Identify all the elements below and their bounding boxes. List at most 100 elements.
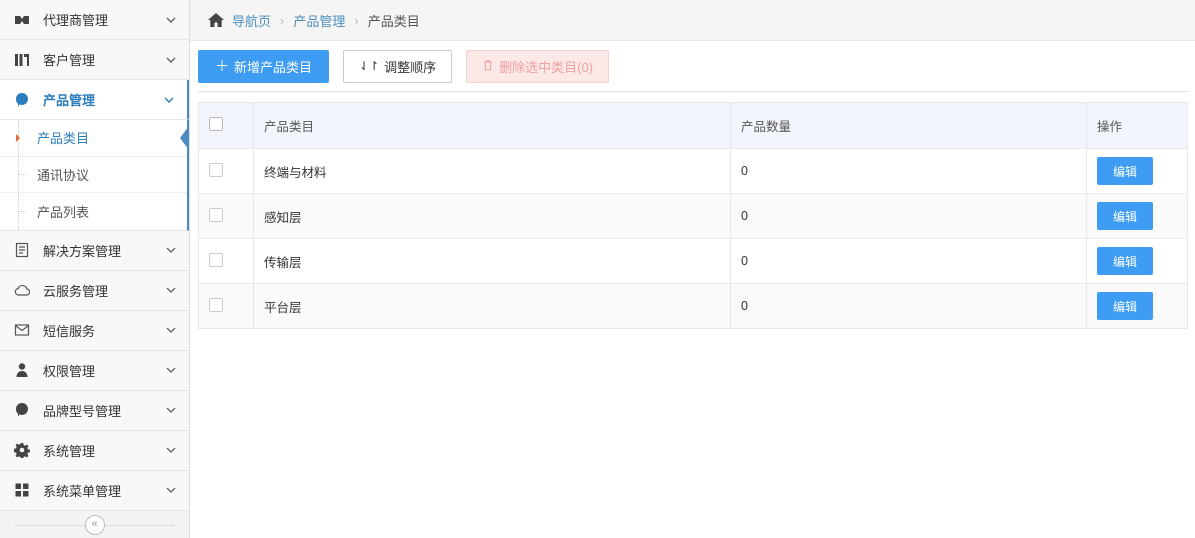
breadcrumb-home-link[interactable]: 导航页 [232, 11, 271, 30]
gear-icon [14, 442, 30, 458]
chevron-down-icon [165, 324, 177, 336]
collapse-sidebar-button[interactable]: « [84, 514, 105, 535]
product-count-cell: 0 [730, 193, 1087, 239]
sidebar-item-label: 系统管理 [43, 443, 96, 459]
column-header-actions: 操作 [1086, 102, 1188, 149]
actions-cell: 编辑 [1086, 283, 1188, 329]
chevron-down-icon [165, 284, 177, 296]
sidebar-item-brands[interactable]: 品牌型号管理 [0, 391, 189, 431]
sidebar-item-solutions[interactable]: 解决方案管理 [0, 231, 189, 271]
chevron-down-icon [165, 484, 177, 496]
category-name-cell: 终端与材料 [253, 148, 731, 194]
home-icon[interactable] [207, 12, 225, 28]
table-row: 终端与材料 0 编辑 [198, 148, 1188, 194]
category-table-wrapper: 产品类目 产品数量 操作 终端与材料 0 编辑 感知层 0 编辑 传输层 0 编… [198, 102, 1188, 329]
app: 代理商管理 客户管理 产品管理 产品类目 通讯协议 产品列表 解决方案管理 云服… [0, 0, 1195, 538]
sidebar-subitem-protocol[interactable]: 通讯协议 [0, 156, 187, 193]
chevron-down-icon [165, 364, 177, 376]
sidebar-item-label: 短信服务 [43, 323, 96, 339]
sidebar-subitem-label: 通讯协议 [37, 167, 90, 183]
table-row: 平台层 0 编辑 [198, 283, 1188, 329]
active-pointer-icon [180, 125, 189, 150]
sidebar-item-agents[interactable]: 代理商管理 [0, 0, 189, 40]
product-icon [14, 92, 30, 108]
sidebar-subitem-label: 产品列表 [37, 204, 90, 220]
delete-selected-button[interactable]: 删除选中类目(0) [466, 49, 610, 83]
actions-cell: 编辑 [1086, 238, 1188, 284]
delete-selected-label: 删除选中类目(0) [499, 59, 594, 75]
select-all-checkbox[interactable] [209, 116, 223, 131]
sidebar-collapse-bar: « [0, 510, 189, 538]
sidebar-item-label: 解决方案管理 [43, 243, 122, 259]
chevron-down-icon [163, 94, 175, 106]
sidebar-subitem-product-category[interactable]: 产品类目 [0, 120, 189, 157]
trash-icon [482, 59, 494, 73]
sidebar-item-menus[interactable]: 系统菜单管理 [0, 471, 189, 511]
sort-icon: ⇃↾ [359, 59, 380, 73]
envelope-icon [14, 322, 30, 338]
product-submenu: 产品类目 通讯协议 产品列表 [0, 120, 189, 231]
sidebar-item-sms[interactable]: 短信服务 [0, 311, 189, 351]
chevron-down-icon [165, 244, 177, 256]
table-header-row: 产品类目 产品数量 操作 [198, 102, 1188, 149]
sidebar-item-customers[interactable]: 客户管理 [0, 40, 189, 80]
product-count-cell: 0 [730, 238, 1087, 284]
category-table: 产品类目 产品数量 操作 终端与材料 0 编辑 感知层 0 编辑 传输层 0 编… [198, 102, 1188, 329]
category-name-cell: 传输层 [253, 238, 731, 284]
row-select-cell [198, 238, 254, 284]
product-count-cell: 0 [730, 283, 1087, 329]
row-select-cell [198, 148, 254, 194]
category-name-cell: 平台层 [253, 283, 731, 329]
sidebar-item-cloud[interactable]: 云服务管理 [0, 271, 189, 311]
main-content: 导航页 › 产品管理 › 产品类目 ＋ 新增产品类目 ⇃↾ 调整顺序 删除选中类… [190, 0, 1195, 538]
breadcrumb-product-link[interactable]: 产品管理 [293, 11, 345, 30]
toolbar: ＋ 新增产品类目 ⇃↾ 调整顺序 删除选中类目(0) [198, 41, 1188, 92]
chevron-down-icon [165, 444, 177, 456]
chevron-down-icon [165, 404, 177, 416]
row-checkbox[interactable] [209, 297, 223, 312]
sidebar-item-label: 品牌型号管理 [43, 403, 122, 419]
row-checkbox[interactable] [209, 252, 223, 267]
add-category-button[interactable]: ＋ 新增产品类目 [198, 49, 330, 83]
plus-icon: ＋ [215, 58, 229, 74]
breadcrumb-separator-icon: › [354, 12, 359, 28]
edit-button[interactable]: 编辑 [1097, 247, 1153, 275]
double-chevron-left-icon: « [91, 518, 98, 530]
column-header-count: 产品数量 [730, 102, 1087, 149]
reorder-button[interactable]: ⇃↾ 调整顺序 [343, 49, 453, 83]
row-checkbox[interactable] [209, 162, 223, 177]
actions-cell: 编辑 [1086, 193, 1188, 239]
sidebar: 代理商管理 客户管理 产品管理 产品类目 通讯协议 产品列表 解决方案管理 云服… [0, 0, 190, 538]
breadcrumb-current: 产品类目 [367, 13, 420, 29]
breadcrumb-separator-icon: › [280, 12, 285, 28]
sidebar-item-permissions[interactable]: 权限管理 [0, 351, 189, 391]
actions-cell: 编辑 [1086, 148, 1188, 194]
sidebar-item-label: 云服务管理 [43, 283, 109, 299]
user-icon [14, 362, 30, 378]
caret-right-icon [16, 133, 20, 142]
sidebar-item-label: 产品管理 [43, 93, 96, 108]
row-checkbox[interactable] [209, 207, 223, 222]
sidebar-item-label: 系统菜单管理 [43, 483, 122, 499]
sidebar-subitem-label: 产品类目 [37, 131, 90, 147]
sidebar-subitem-product-list[interactable]: 产品列表 [0, 193, 187, 230]
document-icon [14, 242, 30, 258]
edit-button[interactable]: 编辑 [1097, 202, 1153, 230]
brand-icon [14, 402, 30, 418]
add-category-label: 新增产品类目 [234, 59, 313, 75]
chevron-down-icon [165, 54, 177, 66]
edit-button[interactable]: 编辑 [1097, 292, 1153, 320]
sidebar-item-label: 客户管理 [43, 53, 96, 68]
edit-button[interactable]: 编辑 [1097, 157, 1153, 185]
sidebar-item-system[interactable]: 系统管理 [0, 431, 189, 471]
sidebar-item-products[interactable]: 产品管理 [0, 80, 189, 120]
sidebar-item-label: 代理商管理 [43, 13, 109, 28]
chevron-down-icon [165, 14, 177, 26]
column-header-category: 产品类目 [253, 102, 731, 149]
row-select-cell [198, 283, 254, 329]
row-select-cell [198, 193, 254, 239]
category-name-cell: 感知层 [253, 193, 731, 239]
agent-icon [14, 12, 30, 28]
select-all-cell [198, 102, 254, 149]
reorder-label: 调整顺序 [384, 59, 437, 75]
